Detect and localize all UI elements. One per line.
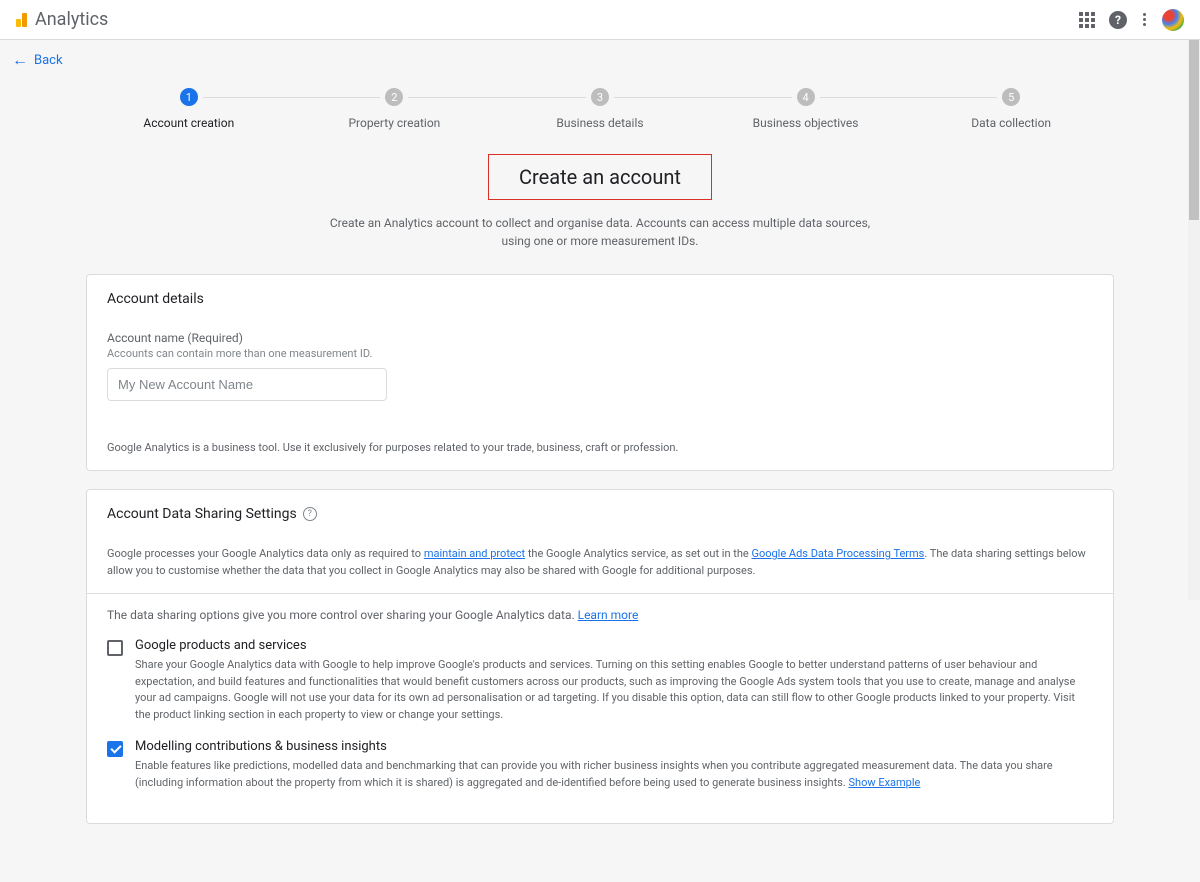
arrow-left-icon: ← (12, 50, 28, 70)
data-sharing-intro: The data sharing options give you more c… (107, 608, 1093, 622)
back-label: Back (34, 53, 63, 68)
business-tool-disclaimer: Google Analytics is a business tool. Use… (107, 441, 1093, 454)
app-header: Analytics ? (0, 0, 1200, 40)
account-details-card: Account details Account name (Required) … (86, 274, 1114, 471)
step-account-creation[interactable]: 1 Account creation (86, 88, 292, 130)
step-business-objectives: 4 Business objectives (703, 88, 909, 130)
help-icon[interactable]: ? (1109, 11, 1127, 29)
page-subtitle: Create an Analytics account to collect a… (320, 214, 880, 250)
content-area: ← Back 1 Account creation 2 Property cre… (0, 40, 1200, 882)
account-name-label: Account name (Required) (107, 331, 1093, 345)
card-title-data-sharing: Account Data Sharing Settings ? (107, 506, 1093, 522)
option-google-products: Google products and services Share your … (107, 638, 1093, 723)
page-title: Create an account (488, 154, 712, 200)
account-name-input[interactable] (107, 368, 387, 401)
data-sharing-description: Google processes your Google Analytics d… (107, 546, 1093, 579)
data-sharing-card: Account Data Sharing Settings ? Google p… (86, 489, 1114, 824)
analytics-logo-icon (16, 13, 27, 27)
learn-more-link[interactable]: Learn more (578, 608, 639, 622)
step-data-collection: 5 Data collection (908, 88, 1114, 130)
card-title-account-details: Account details (107, 291, 1093, 307)
header-right: ? (1079, 9, 1184, 31)
step-property-creation: 2 Property creation (292, 88, 498, 130)
overflow-menu-icon[interactable] (1141, 11, 1148, 28)
header-left: Analytics (16, 9, 108, 30)
option-description: Enable features like predictions, modell… (135, 758, 1093, 791)
user-avatar[interactable] (1162, 9, 1184, 31)
option-description: Share your Google Analytics data with Go… (135, 657, 1093, 723)
account-name-hint: Accounts can contain more than one measu… (107, 347, 1093, 360)
checkbox-google-products[interactable] (107, 640, 123, 656)
help-inline-icon[interactable]: ? (303, 507, 317, 521)
product-name: Analytics (35, 9, 108, 30)
option-title: Modelling contributions & business insig… (135, 739, 1093, 754)
processing-terms-link[interactable]: Google Ads Data Processing Terms (751, 547, 924, 560)
scrollbar-thumb[interactable] (1189, 40, 1199, 220)
back-button[interactable]: ← Back (12, 50, 63, 70)
apps-grid-icon[interactable] (1079, 12, 1095, 28)
checkbox-modelling-insights[interactable] (107, 741, 123, 757)
show-example-link[interactable]: Show Example (848, 776, 920, 789)
divider (87, 593, 1113, 594)
option-title: Google products and services (135, 638, 1093, 653)
step-business-details: 3 Business details (497, 88, 703, 130)
scrollbar-track[interactable] (1188, 40, 1200, 600)
option-modelling-insights: Modelling contributions & business insig… (107, 739, 1093, 791)
progress-stepper: 1 Account creation 2 Property creation 3… (86, 88, 1114, 130)
maintain-protect-link[interactable]: maintain and protect (424, 547, 525, 560)
